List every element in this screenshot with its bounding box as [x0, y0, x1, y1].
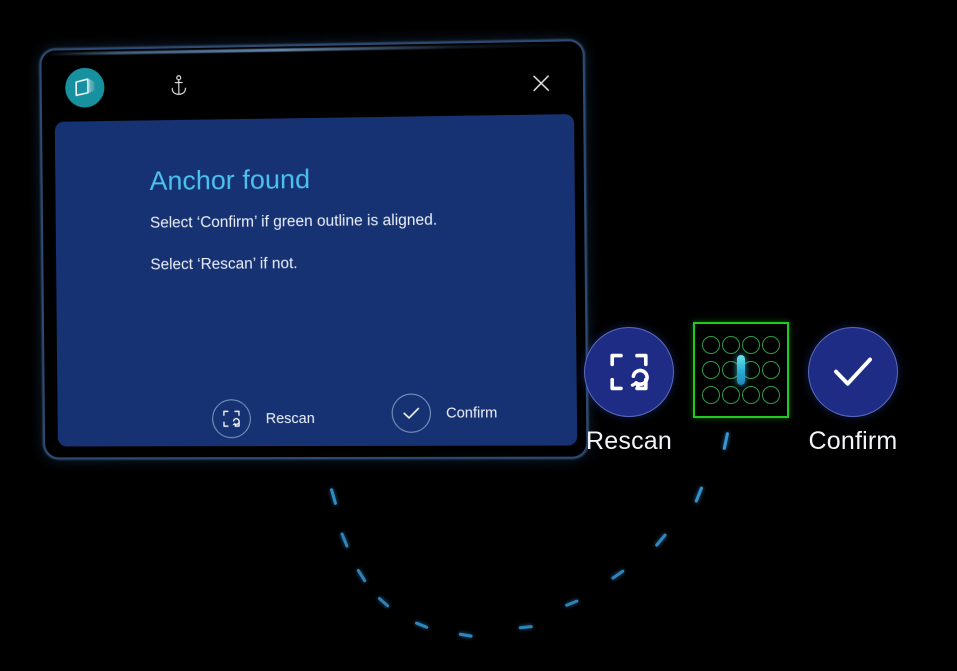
scan-refresh-icon: [610, 353, 649, 391]
cyan-alignment-marker: [736, 355, 745, 385]
anchor-dot-cell: [702, 333, 721, 357]
arc-dash: [564, 598, 580, 608]
arc-dash: [356, 567, 368, 583]
rescan-action-button[interactable]: Rescan: [584, 327, 674, 456]
check-icon: [391, 393, 432, 433]
anchor-dot-cell: [702, 383, 721, 407]
arc-dash: [654, 532, 668, 548]
anchor-dot-cell: [761, 333, 780, 357]
dialog-instruction-secondary: Select ‘Rescan’ if not.: [150, 255, 298, 274]
anchor-dot-cell: [702, 358, 721, 382]
close-x-icon: [531, 73, 552, 94]
rescan-action-label: Rescan: [586, 427, 672, 455]
anchor-dot-cell: [761, 383, 780, 407]
scan-refresh-icon: [211, 399, 252, 439]
check-icon: [834, 357, 872, 386]
panel-frame: Anchor found Select ‘Confirm’ if green o…: [39, 39, 589, 460]
arc-dash: [694, 485, 704, 503]
rescan-button-circle[interactable]: [584, 327, 674, 417]
arc-dash: [414, 620, 430, 630]
anchor-dot: [722, 336, 741, 354]
anchor-dot: [702, 386, 721, 404]
green-anchor-outline: [693, 322, 789, 418]
arc-dash: [458, 632, 474, 638]
anchor-dot-cell: [761, 358, 780, 382]
anchor-dot-cell: [722, 383, 741, 407]
confirm-action-button[interactable]: Confirm: [808, 327, 898, 456]
arc-dash: [377, 596, 391, 608]
anchor-dot: [702, 336, 721, 354]
dialog-content-card: Anchor found Select ‘Confirm’ if green o…: [54, 114, 578, 447]
anchor-dialog-panel: Anchor found Select ‘Confirm’ if green o…: [39, 39, 589, 460]
close-button[interactable]: [526, 68, 557, 99]
anchor-dot-cell: [741, 383, 761, 407]
arc-dash: [330, 487, 338, 505]
inline-rescan-button[interactable]: Rescan: [211, 399, 315, 439]
dialog-instruction-primary: Select ‘Confirm’ if green outline is ali…: [149, 211, 438, 232]
anchor-dot: [722, 386, 741, 404]
anchor-dot: [741, 386, 760, 404]
panel-titlebar: [41, 41, 584, 123]
inline-rescan-label: Rescan: [265, 410, 315, 427]
page-title: Anchor found: [149, 164, 311, 196]
anchor-icon: [165, 70, 191, 100]
inline-confirm-label: Confirm: [445, 404, 498, 422]
arc-dash: [610, 568, 626, 580]
anchor-dot: [702, 361, 721, 379]
anchor-dot-cell: [722, 333, 741, 357]
anchor-dot: [761, 361, 780, 379]
confirm-action-label: Confirm: [808, 427, 898, 455]
mixed-reality-scene: Anchor found Select ‘Confirm’ if green o…: [0, 0, 957, 671]
anchor-dot-cell: [741, 333, 761, 357]
anchor-dot: [761, 386, 780, 404]
arc-dash: [722, 431, 730, 451]
anchor-dot: [761, 336, 780, 354]
arc-dash: [340, 531, 350, 549]
anchor-dot: [741, 336, 760, 354]
confirm-button-circle[interactable]: [808, 327, 898, 417]
inline-confirm-button[interactable]: Confirm: [391, 393, 497, 433]
slate-3d-icon: [65, 67, 105, 108]
arc-dash: [518, 624, 534, 630]
anchor-dot: [741, 361, 760, 379]
